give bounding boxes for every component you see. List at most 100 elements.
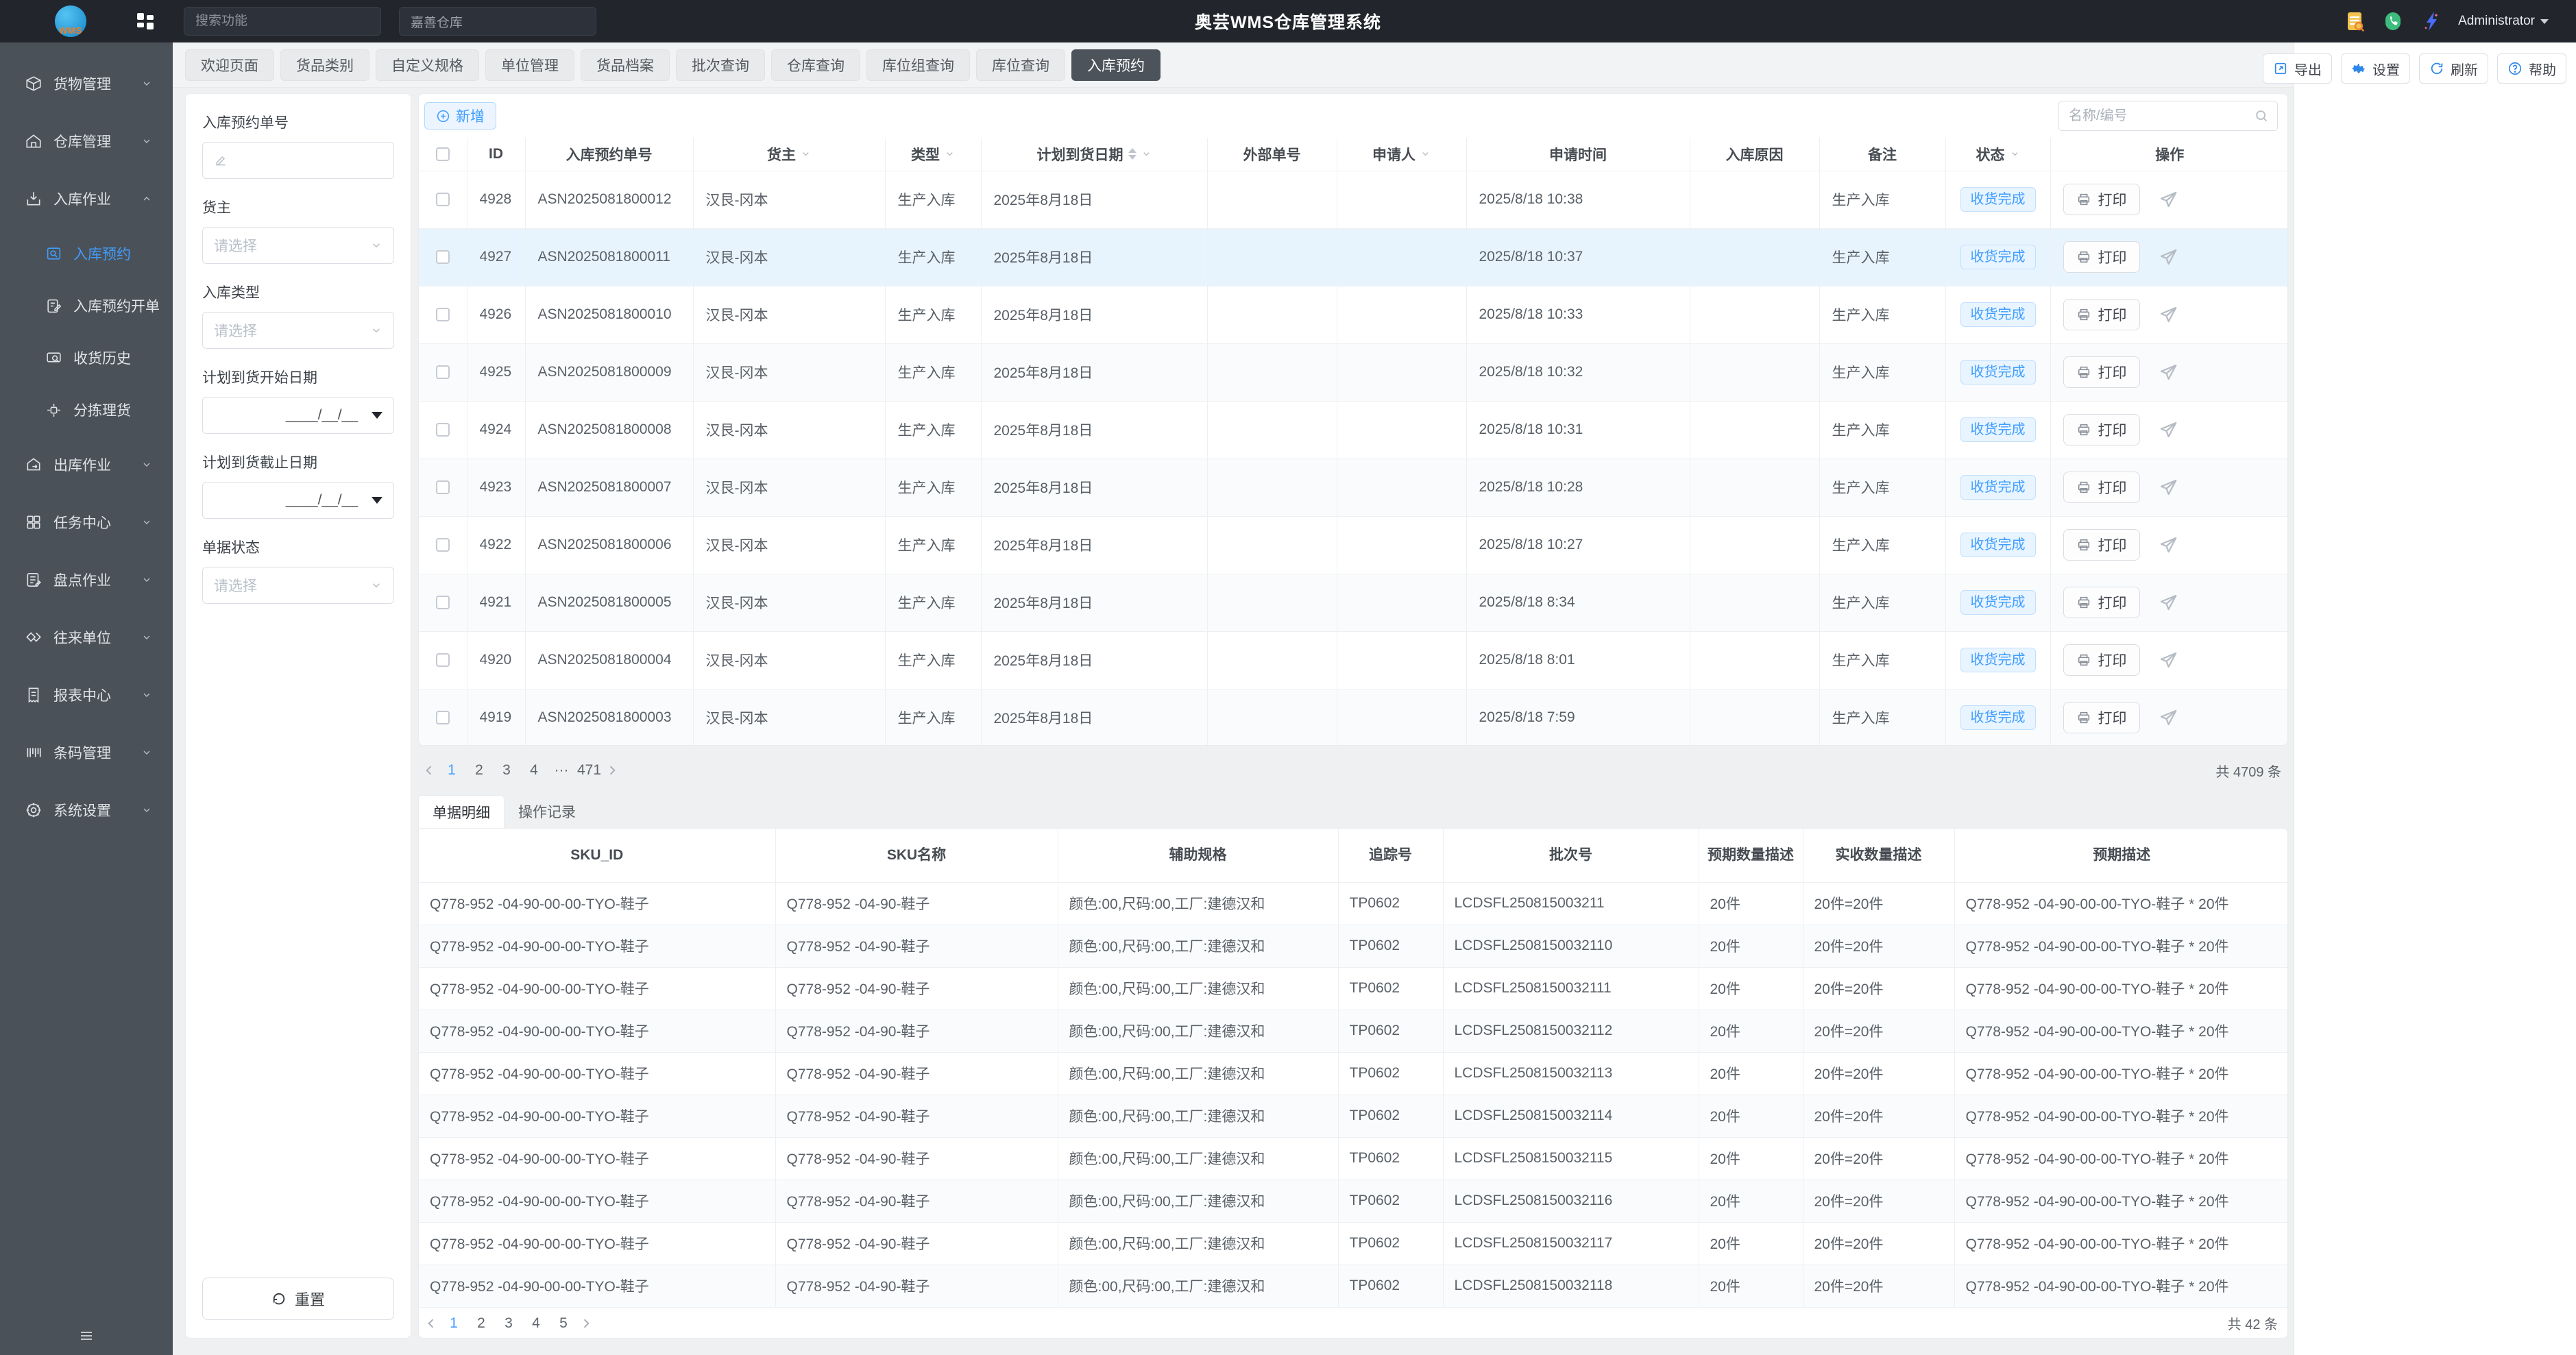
settings-button[interactable]: 设置 [2341,53,2410,84]
doc-status-select[interactable]: 请选择 [202,567,394,604]
prev-page-icon[interactable] [422,764,436,777]
filter-chevron-icon[interactable] [1420,149,1431,159]
sidebar-item-goods[interactable]: 货物管理 [0,55,173,112]
page-button[interactable]: 1 [440,759,463,782]
tab-warehouse-query[interactable]: 仓库查询 [771,49,860,81]
print-button[interactable]: 打印 [2063,356,2140,388]
prev-page-icon[interactable] [424,1317,438,1330]
tab-location-query[interactable]: 库位查询 [976,49,1065,81]
print-button[interactable]: 打印 [2063,184,2140,215]
print-button[interactable]: 打印 [2063,241,2140,273]
order-no-field[interactable] [202,142,394,179]
sidebar-item-outbound[interactable]: 出库作业 [0,436,173,493]
col-owner[interactable]: 货主 [693,138,885,171]
row-checkbox[interactable] [436,711,450,724]
send-icon[interactable] [2158,189,2178,210]
sidebar-item-receiving-history[interactable]: 收货历史 [0,332,173,384]
sidebar-item-inbound-billing[interactable]: 入库预约开单 [0,280,173,332]
col-plan-date[interactable]: 计划到货日期 [981,138,1207,171]
page-button[interactable]: 5 [552,1312,575,1335]
add-button[interactable]: 新增 [424,102,496,130]
notes-icon[interactable] [2343,10,2366,33]
bolt-icon[interactable] [2420,10,2443,33]
next-page-icon[interactable] [579,1317,593,1330]
sidebar-item-inbound[interactable]: 入库作业 [0,170,173,228]
row-checkbox[interactable] [436,308,450,321]
send-icon[interactable] [2158,362,2178,382]
print-button[interactable]: 打印 [2063,644,2140,676]
tab-welcome[interactable]: 欢迎页面 [185,49,274,81]
page-button[interactable]: 4 [522,759,546,782]
apps-grid-icon[interactable] [137,13,154,29]
refresh-button[interactable]: 刷新 [2419,53,2488,84]
sidebar-item-sorting[interactable]: 分拣理货 [0,384,173,436]
page-button[interactable]: 471 [577,759,601,782]
sidebar-item-barcode[interactable]: 条码管理 [0,724,173,781]
send-icon[interactable] [2158,419,2178,440]
list-search-box[interactable] [2058,101,2278,131]
plan-start-date-input[interactable]: ____/__/__ [202,397,394,434]
collapse-menu-icon[interactable] [78,1328,95,1344]
print-button[interactable]: 打印 [2063,414,2140,445]
tab-batch-query[interactable]: 批次查询 [676,49,765,81]
filter-chevron-icon[interactable] [945,149,955,159]
select-all-checkbox[interactable] [436,147,450,161]
user-menu[interactable]: Administrator [2458,14,2549,29]
app-logo-icon[interactable]: WMS [55,5,86,37]
sidebar-item-settings[interactable]: 系统设置 [0,781,173,839]
print-button[interactable]: 打印 [2063,299,2140,330]
list-search-input[interactable] [2069,108,2254,124]
page-button[interactable]: 3 [495,759,518,782]
reset-button[interactable]: 重置 [202,1278,394,1320]
owner-select[interactable]: 请选择 [202,227,394,264]
tab-doc-detail[interactable]: 单据明细 [418,795,505,828]
warehouse-input[interactable] [399,7,596,36]
inbound-type-select[interactable]: 请选择 [202,312,394,349]
send-icon[interactable] [2158,304,2178,325]
page-button[interactable]: 3 [497,1312,520,1335]
row-checkbox[interactable] [436,365,450,379]
page-button[interactable]: 4 [524,1312,548,1335]
page-button[interactable]: ··· [550,759,573,782]
print-button[interactable]: 打印 [2063,529,2140,561]
function-search-input[interactable] [184,7,381,36]
sidebar-item-reports[interactable]: 报表中心 [0,666,173,724]
order-no-input[interactable] [234,152,382,169]
sidebar-item-warehouse[interactable]: 仓库管理 [0,112,173,170]
sidebar-item-tasks[interactable]: 任务中心 [0,493,173,551]
send-icon[interactable] [2158,535,2178,555]
row-checkbox[interactable] [436,653,450,667]
print-button[interactable]: 打印 [2063,702,2140,733]
send-icon[interactable] [2158,477,2178,498]
tab-goods-category[interactable]: 货品类别 [280,49,369,81]
send-icon[interactable] [2158,247,2178,267]
row-checkbox[interactable] [436,250,450,264]
tab-unit-management[interactable]: 单位管理 [485,49,574,81]
page-button[interactable]: 2 [470,1312,493,1335]
tab-inbound-reservation[interactable]: 入库预约 [1071,49,1161,81]
sidebar-item-partners[interactable]: 往来单位 [0,609,173,666]
row-checkbox[interactable] [436,423,450,437]
plan-end-date-input[interactable]: ____/__/__ [202,482,394,519]
page-button[interactable]: 1 [442,1312,465,1335]
help-button[interactable]: 帮助 [2497,53,2566,84]
tab-location-group-query[interactable]: 库位组查询 [866,49,970,81]
send-icon[interactable] [2158,592,2178,613]
print-button[interactable]: 打印 [2063,587,2140,618]
tab-goods-archive[interactable]: 货品档案 [581,49,670,81]
row-checkbox[interactable] [436,538,450,552]
send-icon[interactable] [2158,707,2178,728]
tab-custom-spec[interactable]: 自定义规格 [376,49,479,81]
sidebar-item-inbound-reservation[interactable]: 入库预约 [0,228,173,280]
next-page-icon[interactable] [605,764,619,777]
sidebar-item-stocktake[interactable]: 盘点作业 [0,551,173,609]
send-icon[interactable] [2158,650,2178,670]
sort-icon[interactable] [1128,148,1137,160]
page-button[interactable]: 2 [467,759,491,782]
print-button[interactable]: 打印 [2063,472,2140,503]
filter-chevron-icon[interactable] [801,149,811,159]
phone-icon[interactable] [2381,10,2405,33]
row-checkbox[interactable] [436,480,450,494]
filter-chevron-icon[interactable] [1141,149,1152,159]
col-type[interactable]: 类型 [885,138,981,171]
